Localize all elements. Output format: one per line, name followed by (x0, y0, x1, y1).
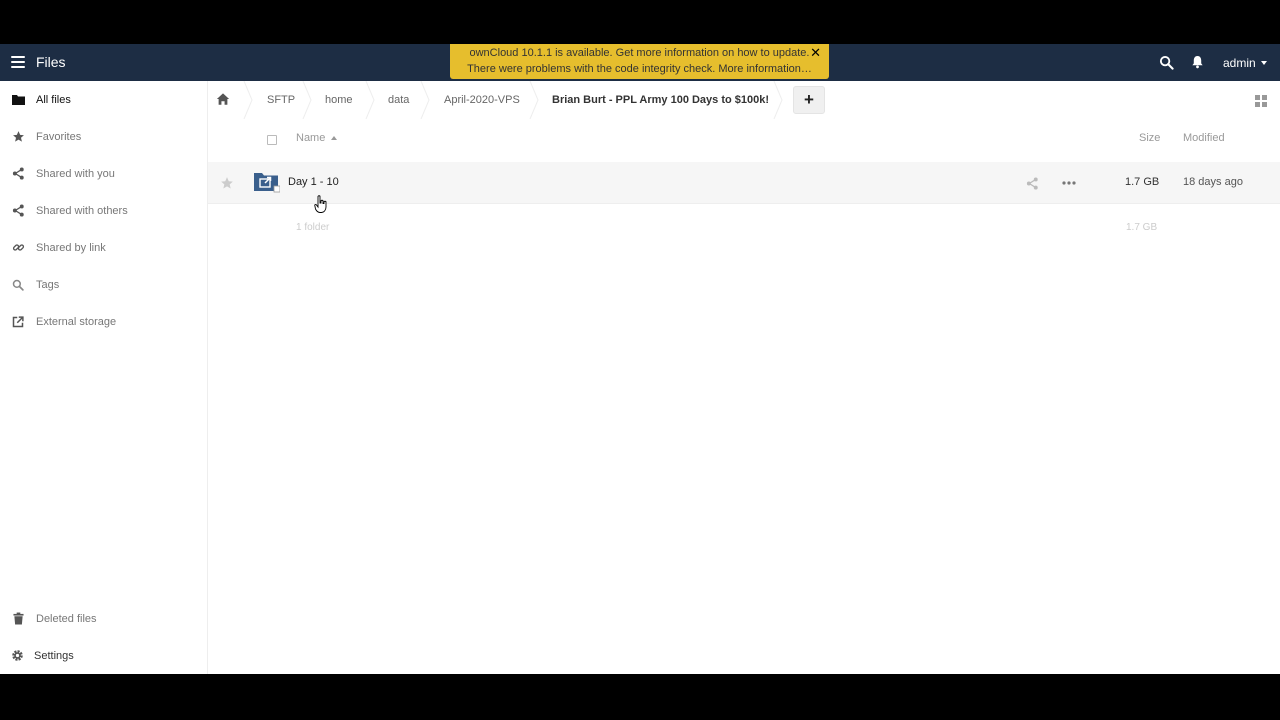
star-icon (12, 131, 24, 142)
folder-icon (11, 95, 25, 105)
close-icon[interactable]: ✕ (810, 46, 821, 59)
sidebar-item-deleted-files[interactable]: Deleted files (0, 600, 207, 637)
settings-button[interactable]: Settings (0, 637, 207, 674)
home-icon[interactable] (216, 92, 230, 106)
file-modified: 18 days ago (1183, 176, 1243, 188)
sidebar-item-label: Shared by link (36, 241, 106, 254)
external-icon (12, 315, 24, 327)
file-table-header: Name Size Modified (208, 119, 1280, 159)
select-all-checkbox[interactable] (267, 135, 277, 145)
owncloud-app: Files admin ownCloud 10.1.1 is available… (0, 44, 1280, 674)
more-options-icon[interactable] (1062, 180, 1076, 186)
file-size: 1.7 GB (1125, 176, 1160, 188)
sidebar-item-label: All files (36, 93, 71, 106)
sidebar-item-external-storage[interactable]: External storage (0, 303, 207, 340)
user-name: admin (1223, 56, 1256, 70)
menu-icon[interactable] (11, 56, 25, 68)
favorite-star-icon[interactable] (220, 176, 234, 190)
table-row[interactable]: Day 1 - 10 1.7 GB 18 days ago (208, 162, 1280, 204)
file-name[interactable]: Day 1 - 10 (288, 176, 339, 188)
app-title[interactable]: Files (36, 54, 66, 70)
sidebar-item-favorites[interactable]: Favorites (0, 118, 207, 155)
search-icon (12, 279, 24, 291)
pointer-cursor-icon (314, 195, 327, 213)
trash-icon (12, 612, 24, 625)
breadcrumb-separator (529, 81, 539, 119)
sidebar: All files Favorites Shared with you Shar… (0, 81, 208, 674)
column-size[interactable]: Size (1139, 132, 1160, 144)
breadcrumb: SFTP home data April-2020-VPS Brian Burt… (208, 81, 1280, 119)
column-name-label: Name (296, 132, 326, 144)
sidebar-item-shared-by-link[interactable]: Shared by link (0, 229, 207, 266)
new-button[interactable]: + (793, 86, 825, 114)
grid-view-icon[interactable] (1255, 95, 1267, 107)
column-modified[interactable]: Modified (1183, 132, 1225, 144)
crumb-current-folder[interactable]: Brian Burt - PPL Army 100 Days to $100k! (552, 81, 769, 119)
breadcrumb-separator (773, 81, 783, 119)
sidebar-item-label: Shared with others (36, 204, 128, 217)
user-menu[interactable]: admin (1223, 56, 1267, 70)
sidebar-item-label: Favorites (36, 130, 82, 143)
breadcrumb-separator (302, 81, 312, 119)
summary-size: 1.7 GB (1126, 222, 1158, 233)
breadcrumb-separator (243, 81, 253, 119)
summary-count: 1 folder (296, 222, 330, 233)
gear-icon (11, 650, 23, 661)
bell-icon[interactable] (1191, 55, 1204, 69)
update-notification: ownCloud 10.1.1 is available. Get more i… (450, 44, 829, 79)
breadcrumb-separator (365, 81, 375, 119)
crumb-sftp[interactable]: SFTP (267, 81, 295, 119)
column-name[interactable]: Name (296, 132, 338, 144)
sort-ascending-icon (331, 136, 338, 140)
share-icon[interactable] (1026, 177, 1039, 190)
sidebar-item-all-files[interactable]: All files (0, 81, 207, 118)
crumb-data[interactable]: data (388, 81, 409, 119)
caret-down-icon (1260, 61, 1267, 65)
top-header: Files admin ownCloud 10.1.1 is available… (0, 44, 1280, 81)
sidebar-item-tags[interactable]: Tags (0, 266, 207, 303)
sidebar-item-label: Deleted files (36, 612, 97, 625)
search-icon[interactable] (1159, 55, 1174, 70)
sidebar-item-shared-with-others[interactable]: Shared with others (0, 192, 207, 229)
share-icon (12, 204, 24, 217)
sidebar-item-label: External storage (36, 315, 117, 328)
breadcrumb-separator (420, 81, 430, 119)
sidebar-item-label: Shared with you (36, 167, 115, 180)
crumb-april-2020-vps[interactable]: April-2020-VPS (444, 81, 520, 119)
update-available-link[interactable]: ownCloud 10.1.1 is available. Get more i… (450, 45, 829, 61)
shared-folder-icon (254, 173, 280, 193)
sidebar-item-label: Settings (34, 649, 74, 662)
share-icon (12, 167, 24, 180)
sidebar-item-shared-with-you[interactable]: Shared with you (0, 155, 207, 192)
sidebar-item-label: Tags (36, 278, 60, 291)
link-icon (12, 244, 24, 251)
integrity-check-link[interactable]: There were problems with the code integr… (450, 61, 829, 77)
crumb-home[interactable]: home (325, 81, 353, 119)
